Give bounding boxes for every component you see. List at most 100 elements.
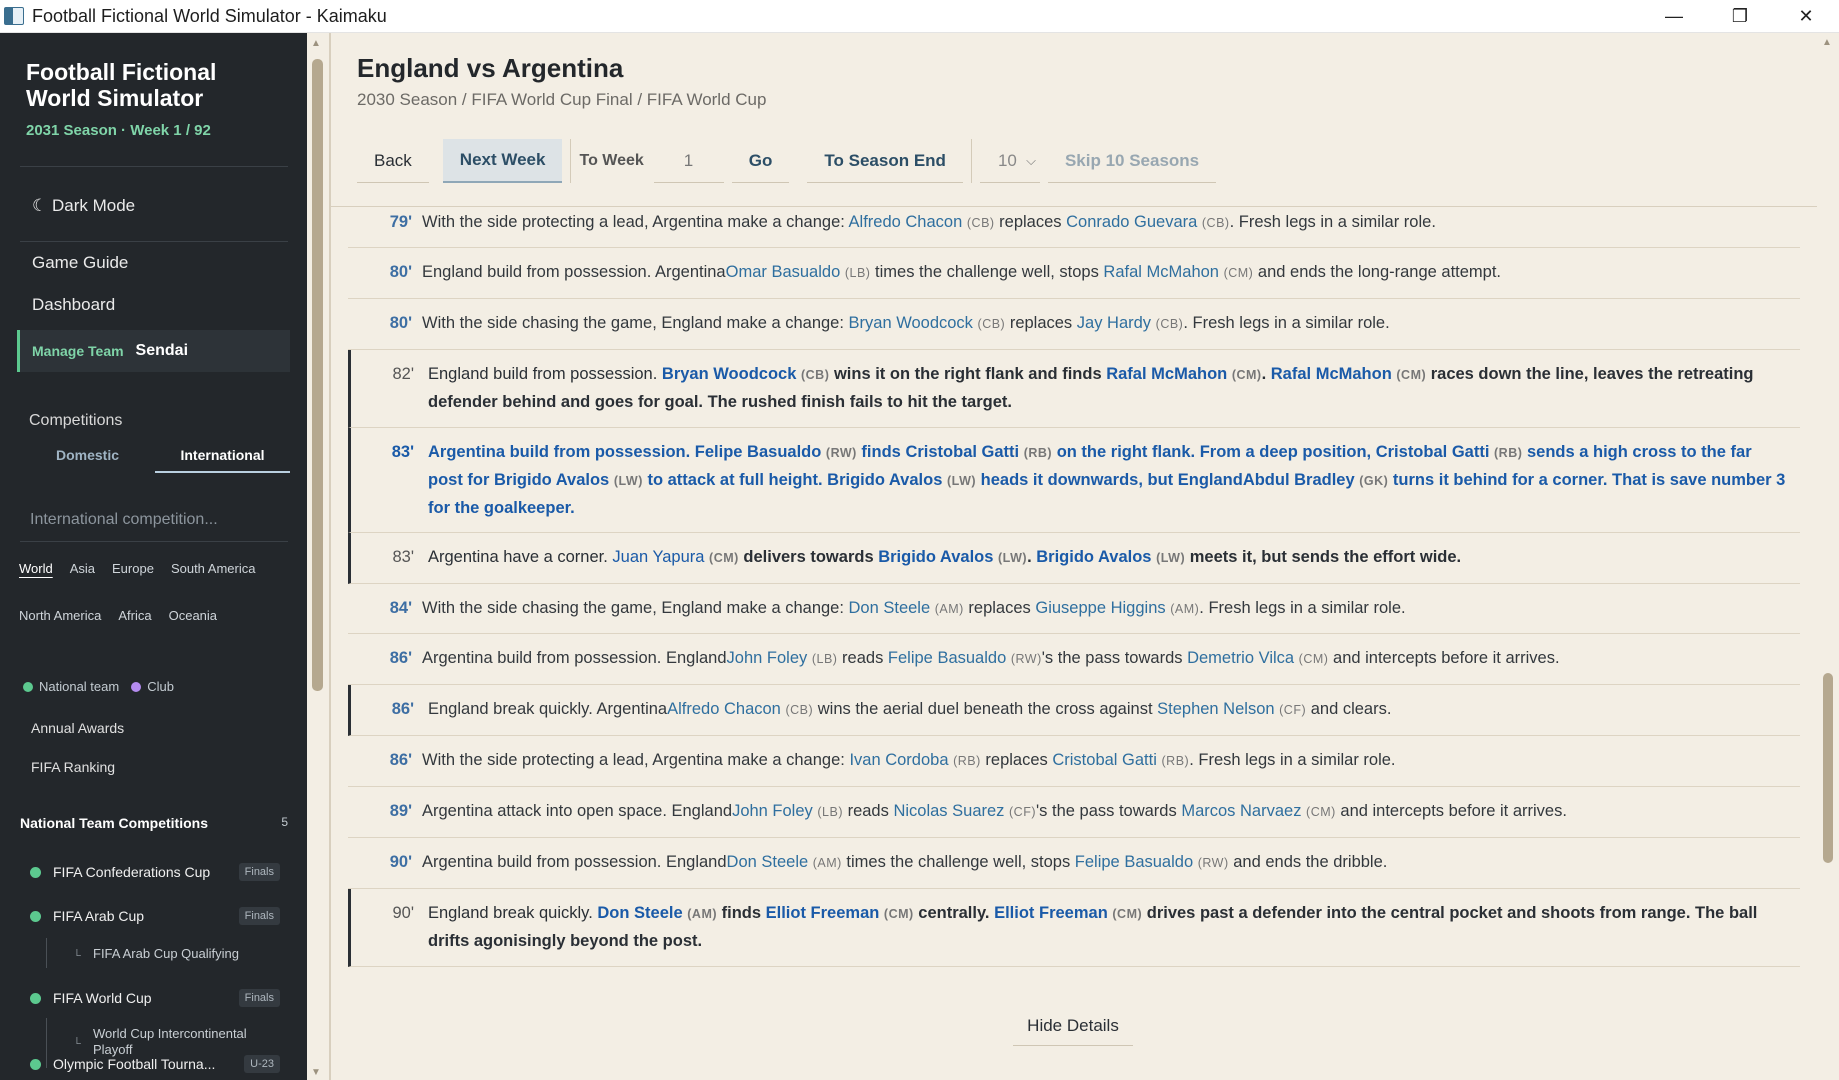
season-indicator: 2031 Season · Week 1 / 92: [26, 122, 211, 139]
region-north-america[interactable]: North America: [19, 608, 101, 623]
scrollbar-thumb[interactable]: [312, 59, 323, 691]
main-scrollbar[interactable]: ▲: [1817, 33, 1839, 1080]
player-link[interactable]: Cristobal Gatti: [905, 443, 1019, 461]
event-text: Argentina build from possession. Felipe …: [428, 443, 1786, 517]
competition-item[interactable]: Olympic Football Tourna... U-23: [30, 1055, 280, 1073]
event-text: Argentina have a corner. Juan Yapura (CM…: [428, 548, 1462, 566]
player-link[interactable]: Nicolas Suarez: [893, 802, 1004, 820]
match-event: 86' Argentina build from possession. Eng…: [348, 634, 1800, 685]
player-link[interactable]: Brigido Avalos: [878, 548, 993, 566]
nav-dashboard[interactable]: Dashboard: [32, 295, 115, 315]
player-link[interactable]: Elliot Freeman: [994, 904, 1108, 922]
event-minute: 86': [389, 649, 412, 667]
nav-annual-awards[interactable]: Annual Awards: [31, 720, 124, 736]
toolbar-separator: [570, 139, 572, 183]
close-icon[interactable]: ✕: [1773, 0, 1839, 33]
player-link[interactable]: Bryan Woodcock: [849, 314, 973, 332]
match-event-highlight: 86' England break quickly. ArgentinaAlfr…: [348, 685, 1800, 736]
competition-name: FIFA Confederations Cup: [53, 864, 211, 880]
scroll-up-icon[interactable]: ▲: [311, 38, 321, 49]
match-event-highlight: 83' Argentina have a corner. Juan Yapura…: [348, 533, 1800, 584]
player-link[interactable]: John Foley: [727, 649, 808, 667]
event-minute: 86': [391, 700, 414, 718]
go-button[interactable]: Go: [731, 139, 790, 183]
competition-type-legend: National team Club: [23, 679, 174, 694]
competition-item[interactable]: FIFA Arab Cup Finals: [30, 907, 280, 925]
skip-seasons-button[interactable]: Skip 10 Seasons: [1047, 139, 1217, 183]
sub-arrow-icon: └: [73, 950, 81, 962]
player-link[interactable]: John Foley: [732, 802, 813, 820]
player-link[interactable]: Juan Yapura: [612, 548, 704, 566]
minimize-icon[interactable]: —: [1641, 0, 1707, 33]
divider: [20, 166, 288, 167]
event-text: With the side chasing the game, England …: [422, 599, 1406, 617]
region-world[interactable]: World: [19, 561, 53, 576]
player-link[interactable]: Demetrio Vilca: [1187, 649, 1294, 667]
match-event-highlight: 90' England break quickly. Don Steele (A…: [348, 889, 1800, 967]
next-week-button[interactable]: Next Week: [442, 139, 563, 183]
player-link[interactable]: Conrado Guevara: [1066, 213, 1197, 231]
player-link[interactable]: Brigido Avalos: [494, 471, 609, 489]
player-link[interactable]: Rafal McMahon: [1271, 365, 1392, 383]
player-link[interactable]: Alfredo Chacon: [667, 700, 781, 718]
hide-details-button[interactable]: Hide Details: [1013, 1006, 1133, 1046]
player-link[interactable]: Felipe Basualdo: [1075, 853, 1193, 871]
restore-icon[interactable]: ❐: [1707, 0, 1773, 33]
tab-domestic[interactable]: Domestic: [20, 441, 155, 473]
player-link[interactable]: Elliot Freeman: [766, 904, 880, 922]
match-event-highlight: 82' England build from possession. Bryan…: [348, 350, 1800, 428]
manage-team-name: Sendai: [135, 342, 189, 359]
region-oceania[interactable]: Oceania: [169, 608, 217, 623]
player-link[interactable]: Rafal McMahon: [1103, 263, 1219, 281]
sub-competition-item[interactable]: └ FIFA Arab Cup Qualifying: [46, 938, 266, 968]
region-africa[interactable]: Africa: [118, 608, 151, 623]
player-link[interactable]: Don Steele: [597, 904, 682, 922]
tab-international[interactable]: International: [155, 441, 290, 473]
nav-game-guide[interactable]: Game Guide: [32, 253, 128, 273]
player-link[interactable]: Stephen Nelson: [1157, 700, 1274, 718]
competition-item[interactable]: FIFA Confederations Cup Finals: [30, 863, 280, 881]
player-link[interactable]: Giuseppe Higgins: [1035, 599, 1165, 617]
player-link[interactable]: Brigido Avalos: [1036, 548, 1151, 566]
region-europe[interactable]: Europe: [112, 561, 154, 576]
player-link[interactable]: Bryan Woodcock: [662, 365, 796, 383]
nav-fifa-ranking[interactable]: FIFA Ranking: [31, 759, 115, 775]
event-text: Argentina build from possession. England…: [422, 853, 1388, 871]
competition-item[interactable]: FIFA World Cup Finals: [30, 989, 280, 1007]
player-link[interactable]: Don Steele: [727, 853, 809, 871]
player-link[interactable]: Brigido Avalos: [827, 471, 942, 489]
sidebar: Football Fictional World Simulator 2031 …: [0, 33, 307, 1080]
region-asia[interactable]: Asia: [70, 561, 95, 576]
player-link[interactable]: Felipe Basualdo: [695, 443, 822, 461]
scrollbar-thumb[interactable]: [1823, 673, 1833, 863]
nav-manage-team[interactable]: Manage Team Sendai: [17, 330, 290, 372]
region-south-america[interactable]: South America: [171, 561, 256, 576]
player-link[interactable]: Cristobal Gatti: [1052, 751, 1157, 769]
player-link[interactable]: Jay Hardy: [1077, 314, 1151, 332]
scroll-up-icon[interactable]: ▲: [1822, 37, 1832, 48]
dark-mode-toggle[interactable]: ☾ Dark Mode: [32, 196, 135, 216]
to-season-end-button[interactable]: To Season End: [807, 139, 963, 183]
player-link[interactable]: Ivan Cordoba: [849, 751, 948, 769]
sidebar-scrollbar[interactable]: ▲ ▼: [307, 33, 329, 1080]
divider: [20, 241, 288, 242]
player-link[interactable]: Cristobal Gatti: [1376, 443, 1490, 461]
player-link[interactable]: Omar Basualdo: [726, 263, 841, 281]
player-link[interactable]: Felipe Basualdo: [888, 649, 1006, 667]
competitions-heading: Competitions: [29, 412, 123, 429]
skip-seasons-select[interactable]: 10 ⌵: [979, 139, 1040, 183]
match-event: 80' England build from possession. Argen…: [348, 248, 1800, 299]
player-link[interactable]: Alfredo Chacon: [849, 213, 963, 231]
event-minute: 86': [389, 751, 412, 769]
player-link[interactable]: Marcos Narvaez: [1181, 802, 1301, 820]
national-team-dot-icon: [30, 910, 41, 922]
scroll-down-icon[interactable]: ▼: [311, 1067, 321, 1078]
competition-search-input[interactable]: International competition...: [30, 511, 218, 529]
competition-scope-tabs: Domestic International: [20, 441, 290, 473]
back-button[interactable]: Back: [357, 139, 429, 183]
player-link[interactable]: Don Steele: [849, 599, 931, 617]
player-link[interactable]: Abdul Bradley: [1243, 471, 1355, 489]
player-link[interactable]: Rafal McMahon: [1106, 365, 1227, 383]
national-team-dot-icon: [30, 992, 41, 1004]
to-week-input[interactable]: 1: [653, 139, 724, 183]
